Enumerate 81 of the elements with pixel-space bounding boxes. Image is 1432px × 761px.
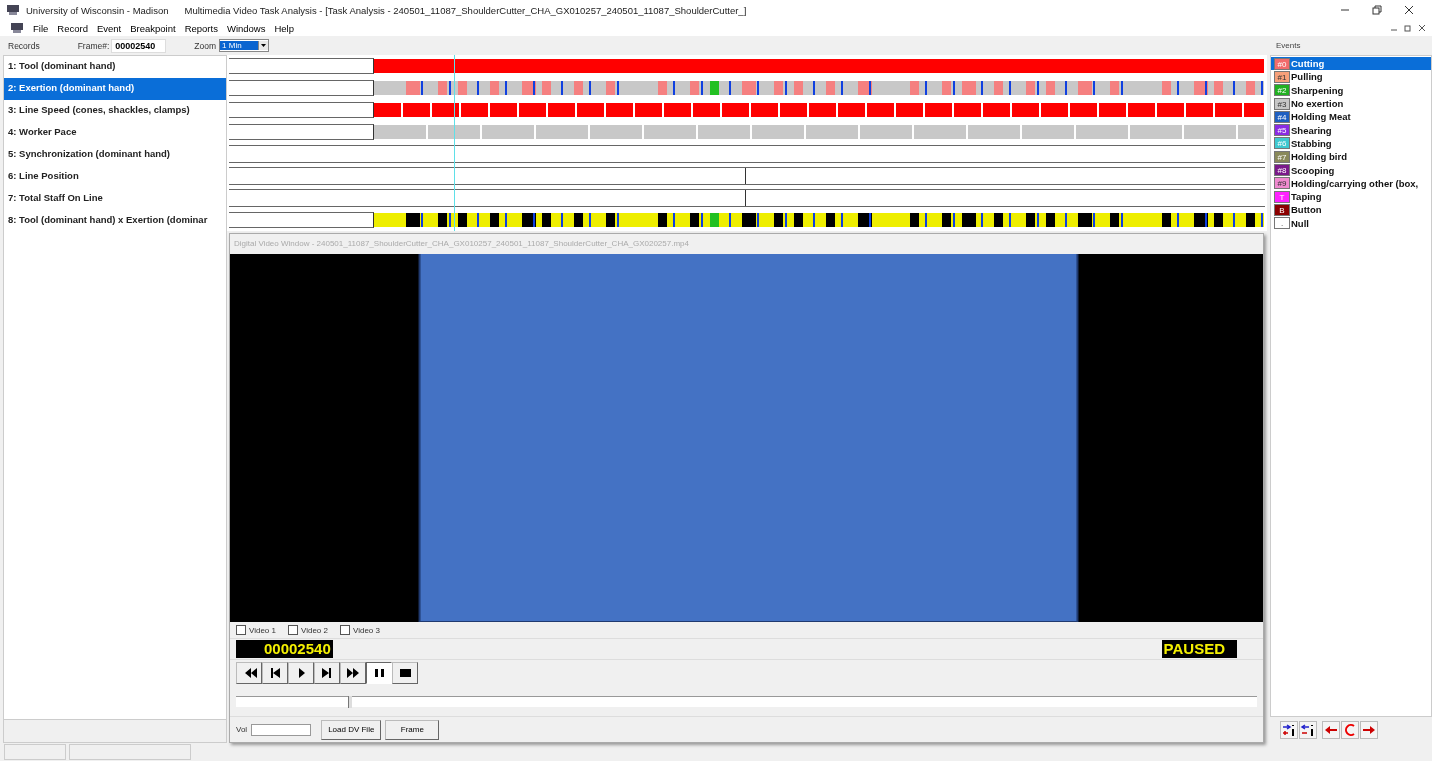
stop-icon (397, 666, 413, 680)
menu-item[interactable]: Reports (184, 22, 218, 34)
category-list-item[interactable]: #6 Stabbing (1271, 136, 1431, 151)
track-label[interactable]: 5: Synchronization (dominant hand) (4, 144, 226, 166)
event-color-badge: #5 (1274, 124, 1290, 137)
category-list-item[interactable]: . Null (1271, 216, 1431, 230)
category-list-item[interactable]: #8 Scooping (1271, 163, 1431, 177)
menu-item[interactable]: File (33, 22, 49, 34)
checkbox-label[interactable]: Video 3 (353, 625, 380, 635)
zoom-label: Zoom (194, 40, 217, 51)
event-color-badge: T (1274, 190, 1290, 203)
track-label[interactable]: 3: Line Speed (cones, shackles, clamps) (4, 100, 226, 122)
step-forward-button[interactable] (314, 662, 340, 684)
frame-field[interactable]: 00002540 (111, 38, 167, 53)
close-icon[interactable] (1418, 24, 1426, 32)
status-display: PAUSED (1161, 640, 1237, 658)
slider-thumb[interactable] (348, 695, 353, 708)
zoom-dropdown[interactable]: 1 Min (219, 39, 270, 52)
category-list-item[interactable]: #3 No exertion (1271, 96, 1431, 111)
track-label[interactable]: 7: Total Staff On Line (4, 188, 226, 210)
records-label: Records (8, 40, 40, 51)
position-slider[interactable] (236, 695, 1257, 707)
event-color-badge: #7 (1274, 150, 1290, 163)
app-name: University of Wisconsin - Madison (26, 4, 169, 16)
track-label[interactable]: 6: Line Position (4, 166, 226, 188)
event-color-badge: #4 (1274, 110, 1290, 123)
checkbox-label[interactable]: Video 2 (301, 625, 328, 635)
event-color-badge: B (1274, 203, 1290, 216)
window-title: Multimedia Video Task Analysis - [Task Analysis - 240501_11087_ShoulderCutter_CHA_GX010257_240501_11087_ShoulderCutter_] (184, 4, 747, 16)
dropdown-arrow-icon[interactable] (258, 41, 269, 50)
refresh-icon[interactable] (1341, 721, 1359, 739)
menu-item[interactable]: Help (274, 22, 294, 34)
add-marker-icon[interactable] (1280, 721, 1298, 739)
event-color-badge: #8 (1274, 164, 1290, 176)
volume-label: Vol (236, 725, 248, 734)
frame-counter: 00002540 (236, 640, 333, 658)
category-list-item[interactable]: #2 Sharpening (1271, 83, 1431, 97)
category-list-item[interactable]: B Button (1271, 203, 1431, 217)
stop-button[interactable] (392, 662, 418, 684)
fast-forward-button[interactable] (340, 662, 366, 684)
events-header: Events (1275, 40, 1302, 52)
checkbox-label[interactable]: Video 1 (249, 625, 276, 635)
event-color-badge: #9 (1274, 177, 1290, 190)
event-color-badge: #6 (1274, 137, 1290, 150)
category-list-item[interactable]: #4 Holding Meat (1271, 110, 1431, 124)
category-list-item[interactable]: #5 Shearing (1271, 123, 1431, 137)
rewind-button[interactable] (236, 662, 262, 684)
category-list-item[interactable]: #1 Pulling (1271, 70, 1431, 84)
category-list-item[interactable]: #9 Holding/carrying other (box, (1271, 176, 1431, 190)
remove-marker-icon[interactable] (1299, 721, 1317, 739)
frame-label: Frame#: (77, 40, 110, 51)
close-icon[interactable] (1404, 5, 1414, 15)
menu-item[interactable]: Windows (226, 22, 266, 34)
menu-item[interactable]: Breakpoint (130, 22, 176, 34)
app-icon (6, 4, 20, 16)
restore-icon[interactable] (1404, 24, 1412, 32)
track-label[interactable]: 1: Tool (dominant hand) (4, 56, 226, 78)
event-color-badge: . (1274, 217, 1290, 230)
track-label[interactable]: 2: Exertion (dominant hand) (4, 78, 226, 100)
event-color-badge: #3 (1274, 97, 1290, 110)
toolbar-button[interactable]: Frame (385, 719, 440, 740)
event-color-badge: #2 (1274, 84, 1290, 97)
menu-item[interactable]: Record (57, 22, 88, 34)
pause-button[interactable] (366, 662, 392, 684)
toolbar-button[interactable]: Load DV File (321, 719, 382, 740)
event-color-badge: #1 (1274, 70, 1290, 83)
play-button[interactable] (288, 662, 314, 684)
category-list-item[interactable]: #7 Holding bird (1271, 150, 1431, 164)
event-color-badge: #0 (1274, 57, 1290, 70)
checkbox[interactable] (340, 625, 350, 635)
fast-forward-icon (345, 666, 361, 680)
checkbox[interactable] (288, 625, 298, 635)
menu-item[interactable]: Event (96, 22, 122, 34)
category-list-item[interactable]: T Taping (1271, 189, 1431, 204)
checkbox[interactable] (236, 625, 246, 635)
track-label[interactable]: 8: Tool (dominant hand) x Exertion (dominar (4, 210, 226, 232)
app-icon (10, 22, 24, 34)
category-list-item[interactable]: #0 Cutting (1271, 57, 1431, 71)
step-back-button[interactable] (262, 662, 288, 684)
track-label[interactable]: 4: Worker Pace (4, 122, 226, 144)
restore-icon[interactable] (1372, 5, 1382, 15)
